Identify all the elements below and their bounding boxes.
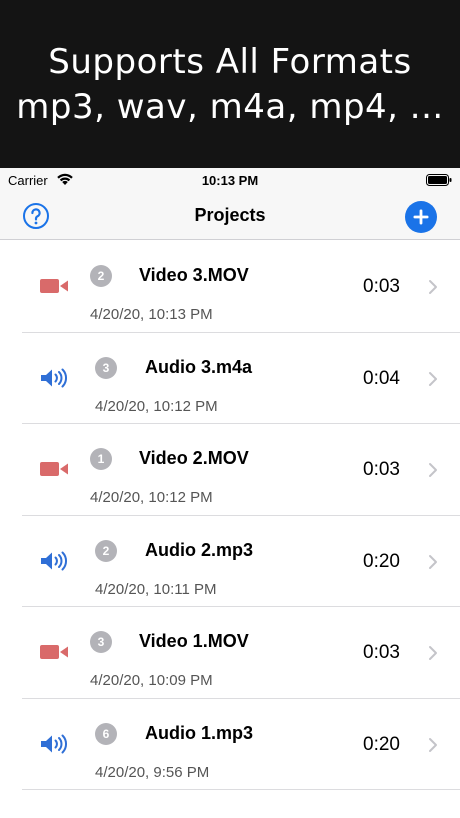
project-name: Video 3.MOV — [139, 265, 249, 285]
project-duration: 0:03 — [363, 276, 400, 297]
status-time: 10:13 PM — [201, 173, 259, 188]
project-date: 4/20/20, 9:56 PM — [95, 763, 210, 781]
project-duration: 0:20 — [363, 550, 400, 572]
battery-icon — [426, 174, 452, 186]
project-name: Video 1.MOV — [139, 631, 249, 651]
speaker-icon — [38, 366, 72, 390]
project-row[interactable]: 6 Audio 1.mp3 4/20/20, 9:56 PM 0:20 — [0, 699, 460, 790]
project-date: 4/20/20, 10:12 PM — [95, 397, 218, 415]
project-row[interactable]: 3 Video 1.MOV 4/20/20, 10:09 PM 0:03 — [0, 607, 460, 699]
banner-formats: mp3, wav, m4a, mp4, ... — [16, 87, 444, 127]
video-camera-icon — [38, 274, 72, 298]
add-project-icon[interactable] — [405, 201, 437, 233]
project-date: 4/20/20, 10:12 PM — [90, 489, 213, 506]
clip-count-badge: 3 — [95, 356, 117, 379]
project-row[interactable]: 2 Audio 2.mp3 4/20/20, 10:11 PM 0:20 — [0, 516, 460, 607]
page-title: Projects — [194, 205, 266, 225]
project-row[interactable]: 1 Video 2.MOV 4/20/20, 10:12 PM 0:03 — [0, 424, 460, 516]
project-row[interactable]: 3 Audio 3.m4a 4/20/20, 10:12 PM 0:04 — [0, 333, 460, 424]
speaker-icon — [38, 549, 72, 573]
project-duration: 0:20 — [363, 733, 400, 755]
promo-banner: Supports All Formats mp3, wav, m4a, mp4,… — [0, 0, 460, 168]
chevron-right-icon — [428, 737, 438, 753]
banner-headline: Supports All Formats — [48, 42, 412, 82]
chevron-right-icon — [428, 371, 438, 387]
clip-count-badge: 2 — [90, 265, 112, 287]
project-name: Audio 3.m4a — [145, 356, 253, 377]
project-date: 4/20/20, 10:09 PM — [90, 672, 213, 689]
project-name: Audio 1.mp3 — [145, 722, 254, 743]
project-row[interactable]: 2 Video 3.MOV 4/20/20, 10:13 PM 0:03 — [0, 241, 460, 333]
chevron-right-icon — [428, 645, 438, 661]
chevron-right-icon — [428, 462, 438, 478]
clip-count-badge: 1 — [90, 448, 112, 470]
video-camera-icon — [38, 640, 72, 664]
clip-count-badge: 3 — [90, 631, 112, 653]
project-duration: 0:03 — [363, 459, 400, 480]
project-date: 4/20/20, 10:13 PM — [90, 306, 213, 323]
chevron-right-icon — [428, 279, 438, 295]
projects-list: 2 Video 3.MOV 4/20/20, 10:13 PM 0:03 3 Audio … — [0, 241, 460, 790]
project-duration: 0:04 — [363, 367, 400, 389]
video-camera-icon — [38, 457, 72, 481]
navigation-bar: Projects — [0, 194, 460, 240]
chevron-right-icon — [428, 554, 438, 570]
project-name: Audio 2.mp3 — [145, 539, 254, 560]
clip-count-badge: 2 — [95, 539, 117, 562]
status-bar: Carrier 10:13 PM — [0, 168, 460, 194]
row-divider — [22, 789, 460, 790]
clip-count-badge: 6 — [95, 722, 117, 745]
speaker-icon — [38, 732, 72, 756]
project-duration: 0:03 — [363, 642, 400, 663]
project-date: 4/20/20, 10:11 PM — [95, 580, 217, 598]
project-name: Video 2.MOV — [139, 448, 249, 468]
